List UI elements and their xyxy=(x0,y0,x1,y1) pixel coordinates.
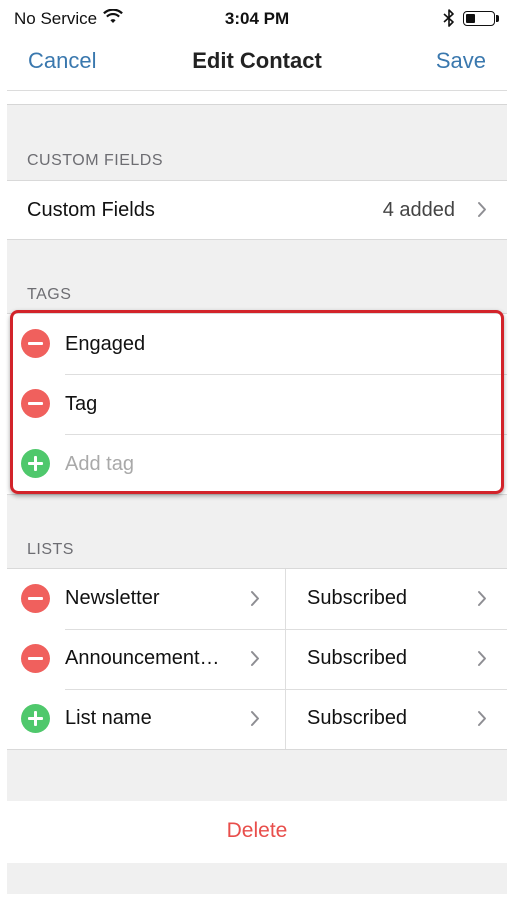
minus-circle-icon xyxy=(28,402,43,405)
status-bar: No Service 3:04 PM xyxy=(0,0,514,38)
remove-list-button[interactable] xyxy=(21,584,50,613)
chevron-right-icon[interactable] xyxy=(250,590,260,612)
plus-circle-icon xyxy=(34,456,37,471)
delete-group: Delete xyxy=(7,801,507,863)
add-tag-button[interactable] xyxy=(21,449,50,478)
tags-group: Engaged Tag Add tag xyxy=(7,313,507,495)
clock: 3:04 PM xyxy=(224,9,290,28)
chevron-right-icon[interactable] xyxy=(250,710,260,732)
custom-fields-label: Custom Fields xyxy=(27,198,155,221)
custom-fields-count: 4 added xyxy=(382,198,455,221)
chevron-right-icon[interactable] xyxy=(250,650,260,672)
add-list-button[interactable] xyxy=(21,704,50,733)
subscription-status[interactable]: Subscribed xyxy=(307,587,407,610)
list-row: Newsletter Subscribed xyxy=(7,569,507,629)
navigation-bar: Cancel Edit Contact Save xyxy=(0,38,514,88)
add-list-row: List name Subscribed xyxy=(7,689,507,749)
battery-icon xyxy=(463,11,495,26)
custom-fields-group: Custom Fields 4 added xyxy=(7,180,507,240)
list-name[interactable]: Announcement… xyxy=(65,647,225,670)
remove-tag-button[interactable] xyxy=(21,329,50,358)
minus-circle-icon xyxy=(28,657,43,660)
bluetooth-icon xyxy=(443,9,455,32)
minus-circle-icon xyxy=(28,597,43,600)
minus-circle-icon xyxy=(28,342,43,345)
tag-label: Engaged xyxy=(65,332,146,355)
lists-section-header: LISTS xyxy=(27,541,74,558)
list-name-input[interactable]: List name xyxy=(65,707,225,730)
tag-label: Tag xyxy=(65,392,98,415)
add-tag-input[interactable]: Add tag xyxy=(65,453,134,476)
remove-list-button[interactable] xyxy=(21,644,50,673)
chevron-right-icon[interactable] xyxy=(477,650,487,672)
battery-tip xyxy=(496,15,499,22)
subscription-status[interactable]: Subscribed xyxy=(307,647,407,670)
chevron-right-icon[interactable] xyxy=(477,590,487,612)
lists-group: Newsletter Subscribed Announcement… Subs… xyxy=(7,568,507,750)
tag-row: Engaged xyxy=(7,314,507,374)
custom-fields-section-header: CUSTOM FIELDS xyxy=(27,152,163,169)
form-content[interactable]: CUSTOM FIELDS Custom Fields 4 added TAGS… xyxy=(7,104,507,894)
add-tag-row: Add tag xyxy=(7,434,507,494)
tag-row: Tag xyxy=(7,374,507,434)
list-name[interactable]: Newsletter xyxy=(65,587,225,610)
screen: No Service 3:04 PM Cancel Edit Contact S… xyxy=(0,0,514,903)
delete-button[interactable]: Delete xyxy=(7,801,507,843)
tags-section-header: TAGS xyxy=(27,286,72,303)
custom-fields-row[interactable]: Custom Fields 4 added xyxy=(7,181,507,239)
save-button[interactable]: Save xyxy=(436,48,486,74)
nav-divider xyxy=(7,90,507,91)
remove-tag-button[interactable] xyxy=(21,389,50,418)
list-row: Announcement… Subscribed xyxy=(7,629,507,689)
subscription-status-input[interactable]: Subscribed xyxy=(307,707,407,730)
chevron-right-icon xyxy=(477,201,487,223)
plus-circle-icon xyxy=(34,711,37,726)
chevron-right-icon[interactable] xyxy=(477,710,487,732)
battery-level xyxy=(466,14,475,23)
